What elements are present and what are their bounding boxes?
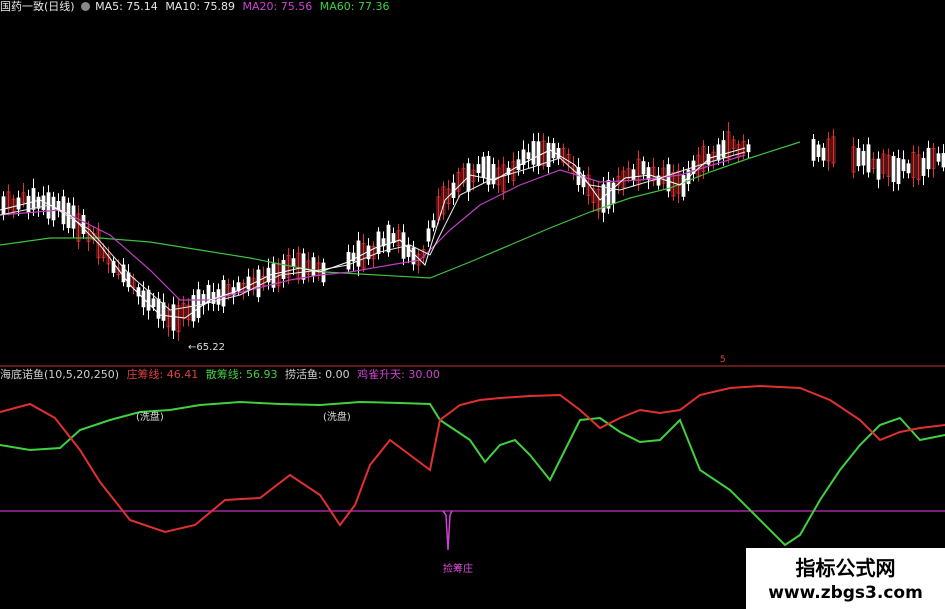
candlestick-series [1,122,945,341]
candle-body [156,298,161,319]
candle-body [611,182,616,205]
candle-body [856,147,861,167]
watermark-url: www.zbgs3.com [768,583,923,603]
candle-body [146,289,151,311]
candle-body [631,169,636,181]
jiechen-label: 捡筹庄 [443,564,473,575]
candle-body [646,167,651,180]
candle-body [481,156,486,178]
candle-body [386,224,391,253]
candle-body [356,240,361,267]
candle-body [901,159,906,172]
candle-body [311,257,316,276]
candle-body [16,197,21,210]
xipan-label-1: (洗盘) [136,412,164,423]
candle-body [546,142,551,167]
signal-marker: 5 [720,355,726,365]
jiechen-spike [442,510,453,551]
candle-body [1,196,6,214]
chart-canvas[interactable] [0,0,945,609]
candle-body [256,269,261,298]
candle-body [531,141,536,165]
indicator-header: 海底诺鱼(10,5,20,250) 庄筹线: 46.41 散筹线: 56.93 … [0,368,444,382]
candle-body [151,298,156,308]
candle-body [876,158,881,180]
candle-body [31,188,36,210]
candle-body [606,180,611,209]
candle-body [896,158,901,185]
candle-body [811,139,816,161]
candle-body [431,220,436,228]
candle-body [716,144,721,161]
candle-body [526,152,531,160]
candle-body [861,150,866,166]
candle-body [476,164,481,174]
candle-body [281,260,286,280]
candle-body [246,276,251,290]
candle-body [291,258,296,267]
candle-body [681,175,686,197]
candle-body [491,164,496,185]
zhua-value: 捞活鱼: 0.00 [284,368,350,381]
candle-body [51,196,56,221]
candle-body [921,157,926,176]
candle-body [196,289,201,318]
candle-body [936,153,941,162]
low-price-label: ←65.22 [188,342,226,353]
candle-body [891,155,896,183]
zhuang-value: 庄筹线: 46.41 [126,368,199,381]
candle-body [301,253,306,280]
candle-body [536,141,541,167]
xipan-label-2: (洗盘) [323,412,351,423]
candle-body [641,161,646,175]
watermark-badge: 指标公式网 www.zbgs3.com [746,548,945,609]
candle-body [746,144,751,153]
candle-body [926,147,931,170]
candle-body [821,147,826,161]
candle-body [191,295,196,322]
candle-body [551,143,556,159]
candle-body [61,196,66,225]
candle-body [221,279,226,307]
candle-body [556,147,561,159]
candle-body [426,228,431,242]
candle-body [666,164,671,192]
candle-body [866,144,871,173]
que-value: 鸡雀升天: 30.00 [357,368,440,381]
san-value: 散筹线: 56.93 [205,368,278,381]
indicator-name: 海底诺鱼(10,5,20,250) [0,368,120,381]
candle-body [81,215,86,235]
candle-body [401,232,406,259]
candle-body [171,304,176,331]
candle-body [816,144,821,158]
watermark-title: 指标公式网 [795,556,896,580]
candle-body [906,163,911,174]
ma60-line [0,141,801,279]
candle-body [376,231,381,254]
